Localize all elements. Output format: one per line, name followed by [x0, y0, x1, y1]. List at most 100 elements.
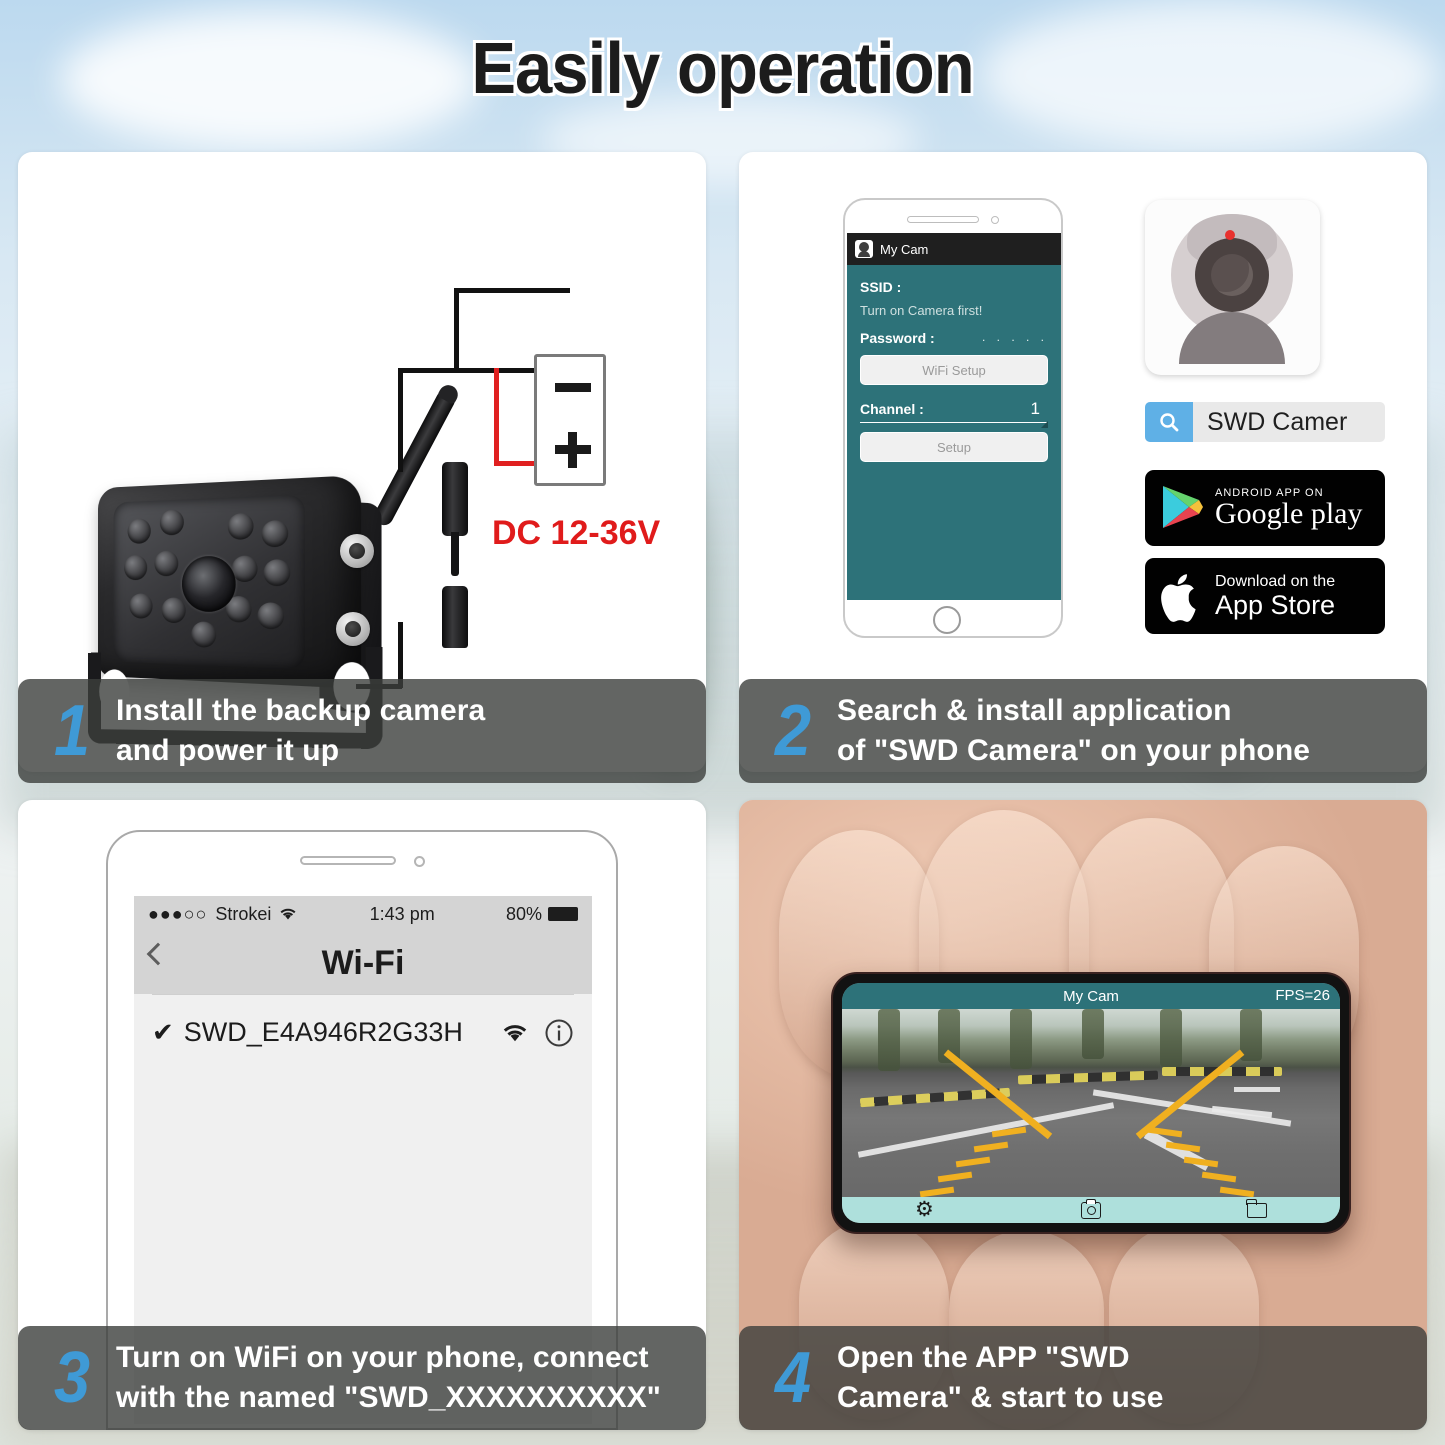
- password-field[interactable]: . . . . .: [982, 330, 1048, 346]
- search-input[interactable]: SWD Camer: [1207, 408, 1347, 437]
- phone-front-camera: [991, 216, 999, 224]
- dc-plug-female: [442, 586, 468, 648]
- search-icon[interactable]: [1145, 402, 1193, 442]
- app-store-search-bar[interactable]: SWD Camer: [1145, 402, 1385, 442]
- parking-guide-tick: [1201, 1171, 1237, 1183]
- step-2-caption: 2 Search & install application of "SWD C…: [739, 679, 1427, 783]
- ir-led: [154, 550, 179, 577]
- apple-icon: [1161, 574, 1196, 622]
- selected-check-icon: ✔: [152, 1017, 174, 1047]
- parking-guide-tick: [1219, 1186, 1255, 1197]
- ir-led: [191, 621, 217, 648]
- step-3-caption: 3 Turn on WiFi on your phone, connect wi…: [18, 1326, 706, 1430]
- battery-positive-symbol: [568, 432, 577, 468]
- google-play-icon: [1163, 486, 1203, 528]
- mount-screw: [336, 612, 370, 646]
- wifi-icon: [280, 908, 296, 920]
- step-text-line2: of "SWD Camera" on your phone: [837, 734, 1311, 767]
- step-text: Search & install application of "SWD Cam…: [837, 691, 1310, 770]
- phone-speaker: [907, 216, 979, 223]
- battery-percentage: 80%: [505, 903, 542, 924]
- back-chevron-icon[interactable]: [146, 942, 170, 966]
- camera-icon[interactable]: [1081, 1198, 1101, 1219]
- power-wire: [398, 368, 403, 472]
- live-view-title: My Cam: [1063, 987, 1119, 1005]
- channel-row[interactable]: Channel : 1: [860, 399, 1048, 428]
- channel-value: 1: [1030, 399, 1040, 418]
- camera-face: [113, 494, 305, 670]
- dc-plug-male: [442, 462, 468, 576]
- ir-led: [263, 559, 291, 587]
- camera-live-feed: [842, 1009, 1340, 1197]
- step-1-caption: 1 Install the backup camera and power it…: [18, 679, 706, 783]
- ir-led: [257, 602, 285, 630]
- app-store-title: App Store: [1215, 590, 1336, 621]
- app-store-badge[interactable]: Download on the App Store: [1145, 558, 1385, 634]
- password-label: Password :: [860, 330, 935, 346]
- wifi-signal-icon: [503, 1024, 527, 1041]
- mount-screw: [340, 534, 374, 568]
- step-text-line1: Turn on WiFi on your phone, connect: [116, 1341, 649, 1375]
- app-icon: [1145, 200, 1320, 375]
- info-icon[interactable]: [544, 1018, 574, 1048]
- step-4-caption: 4 Open the APP "SWD Camera" & start to u…: [739, 1326, 1427, 1430]
- lane-marking: [1234, 1087, 1280, 1092]
- step-text: Open the APP "SWD Camera" & start to use: [837, 1338, 1164, 1417]
- step-number: 2: [774, 691, 812, 771]
- step-text-line1: Install the backup camera: [116, 694, 486, 728]
- phone-front-camera: [414, 856, 425, 867]
- ir-led: [127, 518, 151, 544]
- steps-grid: DC 12-36V My Cam SSID : Turn on Camera f…: [18, 152, 1427, 1430]
- wifi-network-row[interactable]: ✔ SWD_E4A946R2G33H: [152, 994, 574, 1066]
- ir-led: [231, 555, 258, 582]
- camera-lens: [181, 555, 236, 613]
- step-text: Turn on WiFi on your phone, connect with…: [116, 1338, 661, 1417]
- app-icon-record-dot: [1225, 230, 1235, 240]
- power-wire: [398, 368, 456, 373]
- channel-label: Channel :: [860, 401, 924, 417]
- phone-speaker: [300, 856, 396, 865]
- step-number: 4: [774, 1338, 812, 1418]
- battery-icon: [548, 907, 578, 921]
- step-text: Install the backup camera and power it u…: [116, 691, 485, 770]
- parking-guide-line: [1135, 1049, 1245, 1140]
- live-view-title-bar: My Cam FPS=26: [842, 983, 1340, 1009]
- power-wire: [454, 288, 459, 372]
- signal-strength-icon: ●●●○○: [148, 903, 208, 924]
- status-time: 1:43 pm: [369, 903, 435, 924]
- power-rating-label: DC 12-36V: [492, 514, 661, 552]
- google-play-badge[interactable]: ANDROID APP ON Google play: [1145, 470, 1385, 546]
- phone-home-button[interactable]: [933, 606, 961, 634]
- parking-guide-tick: [937, 1171, 973, 1183]
- step-text-line1: Open the APP "SWD: [837, 1341, 1130, 1375]
- step-text-line2: with the named "SWD_XXXXXXXXXX": [116, 1381, 662, 1414]
- scene-tree: [1010, 1009, 1032, 1069]
- parking-guide-tick: [919, 1186, 955, 1197]
- wifi-nav-bar: Wi-Fi: [134, 932, 592, 994]
- password-row: Password : . . . . .: [860, 330, 1048, 346]
- ir-led: [227, 512, 254, 540]
- phone-mockup-live-view: My Cam FPS=26: [831, 972, 1351, 1234]
- wifi-network-name: SWD_E4A946R2G33H: [183, 1017, 463, 1047]
- battery-negative-symbol: [555, 383, 591, 392]
- webcam-icon: [855, 240, 873, 258]
- setup-button[interactable]: Setup: [860, 432, 1048, 462]
- carrier-name: Strokei: [215, 903, 272, 924]
- gear-icon[interactable]: [915, 1197, 935, 1222]
- ssid-hint: Turn on Camera first!: [860, 303, 983, 318]
- live-view-toolbar: [842, 1197, 1340, 1223]
- app-setup-screen: SSID : Turn on Camera first! Password : …: [847, 265, 1061, 600]
- ir-led: [161, 597, 186, 624]
- wifi-setup-button[interactable]: WiFi Setup: [860, 355, 1048, 385]
- step-text-line2: and power it up: [116, 734, 340, 767]
- parking-kerb: [1017, 1070, 1159, 1085]
- scene-tree: [878, 1009, 900, 1071]
- power-wire-positive: [494, 368, 499, 466]
- chevron-down-icon: [1041, 421, 1048, 428]
- step-number: 1: [53, 691, 91, 771]
- step-text-line1: Search & install application: [837, 694, 1232, 728]
- phone-screen: My Cam FPS=26: [842, 983, 1340, 1223]
- fps-counter: FPS=26: [1275, 987, 1330, 1004]
- folder-icon[interactable]: [1246, 1198, 1267, 1218]
- phone-mockup-app-setup: My Cam SSID : Turn on Camera first! Pass…: [843, 198, 1063, 638]
